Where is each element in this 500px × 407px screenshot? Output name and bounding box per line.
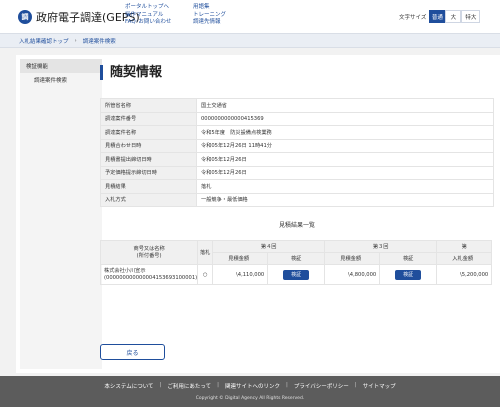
info-row: 見積合わせ日時 令和05年12月26日 11時41分 — [100, 138, 494, 153]
round-4-amount: \4,110,000 — [212, 264, 269, 285]
bidder-name-cell: 株式会社小川宣示 (000000000000004153693100001) — [99, 264, 199, 285]
site-footer: 本システムについて | ご利用にあたって | 関連サイトへのリンク | プライバ… — [0, 376, 500, 407]
manual-link[interactable]: 操作マニュアル — [125, 12, 171, 20]
training-link[interactable]: トレーニング — [193, 12, 226, 20]
col-header-bid-amount: 入札金額 — [436, 252, 493, 265]
glossary-link[interactable]: 用語集 — [193, 4, 226, 12]
round-4-verify-button[interactable]: 検証 — [283, 269, 310, 280]
col-header-round-3: 第３回 — [324, 240, 438, 253]
info-value: 令和05年12月26日 — [196, 152, 494, 167]
font-size-switcher: 文字サイズ 普通 大 特大 — [399, 10, 481, 23]
info-row: 予定価格提示締切日時 令和05年12月26日 — [100, 165, 494, 180]
faq-link[interactable]: FAQ･お問い合わせ — [125, 19, 171, 27]
info-label: 調達案件名称 — [100, 125, 197, 140]
info-value: 落札 — [196, 179, 494, 194]
info-row: 調達案件番号 0000000000000415369 — [100, 111, 494, 126]
info-label: 見積結果 — [100, 179, 197, 194]
info-row: 所管省名称 国土交通省 — [100, 98, 494, 113]
breadcrumb-case-search[interactable]: 調達案件検索 — [83, 37, 116, 45]
header-links-primary: ポータルトップへ 操作マニュアル FAQ･お問い合わせ — [125, 4, 171, 27]
breadcrumb-separator: › — [74, 37, 77, 44]
font-size-xlarge-button[interactable]: 特大 — [461, 10, 481, 23]
procurement-info-link[interactable]: 調達先情報 — [193, 19, 226, 27]
info-row: 見積結果 落札 — [100, 179, 494, 194]
info-label: 調達案件番号 — [100, 111, 197, 126]
copyright: Copyright © Digital Agency All Rights Re… — [195, 396, 305, 401]
info-value: 一般競争・最低価格 — [196, 192, 494, 207]
col-header-amount: 見積金額 — [212, 252, 269, 265]
footer-link-privacy[interactable]: プライバシーポリシー — [294, 382, 349, 390]
sidebar-item-case-search[interactable]: 調達案件検索 — [20, 73, 102, 87]
table-row: 株式会社小川宣示 (000000000000004153693100001) ○… — [99, 264, 493, 285]
info-label: 入札方式 — [100, 192, 197, 207]
font-size-large-button[interactable]: 大 — [445, 10, 462, 23]
footer-separator: | — [217, 382, 219, 388]
info-label: 見積書提出締切日時 — [100, 152, 197, 167]
back-button[interactable]: 戻る — [100, 344, 165, 360]
sidebar: 検証機能 調達案件検索 — [20, 59, 102, 369]
footer-separator: | — [286, 382, 288, 388]
col-header-amount: 見積金額 — [324, 252, 381, 265]
round-3-amount: \4,800,000 — [324, 264, 381, 285]
col-header-round-4: 第４回 — [212, 240, 326, 253]
round-3-ref-cell: 検証 — [379, 264, 438, 285]
footer-separator: | — [159, 382, 162, 388]
breadcrumb-results-top[interactable]: 入札結果確認トップ — [19, 37, 69, 45]
info-label: 見積合わせ日時 — [100, 138, 197, 153]
info-row: 調達案件名称 令和5年度 防災設備点検業務 — [100, 125, 494, 140]
info-row: 見積書提出締切日時 令和05年12月26日 — [100, 152, 494, 167]
main-content: 検証機能 調達案件検索 随契情報 所管省名称 国土交通省 調達案件番号 000000… — [16, 55, 500, 373]
breadcrumb: 入札結果確認トップ › 調達案件検索 — [0, 33, 500, 48]
portal-top-link[interactable]: ポータルトップへ — [125, 4, 171, 12]
font-size-normal-button[interactable]: 普通 — [429, 10, 446, 23]
round-3-verify-button[interactable]: 検証 — [395, 269, 422, 280]
footer-link-about[interactable]: 本システムについて — [104, 382, 153, 390]
contract-info-table: 所管省名称 国土交通省 調達案件番号 0000000000000415369 調達案… — [100, 98, 494, 207]
info-value: 令和05年12月26日 — [196, 165, 494, 180]
font-size-label: 文字サイズ — [399, 14, 427, 21]
col-header-ref: 検証 — [379, 252, 438, 265]
footer-link-usage[interactable]: ご利用にあたって — [167, 382, 211, 390]
page-title: 随契情報 — [100, 65, 162, 80]
estimate-results-table: 商号又は名称 (所付番号) 落札 第４回 第３回 第 見積金額 検証 見積金額 … — [99, 240, 493, 285]
info-value: 令和5年度 防災設備点検業務 — [196, 125, 494, 140]
footer-separator: | — [354, 382, 357, 388]
geps-logo-icon: 調 — [18, 10, 32, 24]
info-label: 予定価格提示締切日時 — [100, 165, 197, 180]
col-header-name: 商号又は名称 (所付番号) — [99, 240, 199, 265]
site-logo[interactable]: 調 政府電子調達(GEPS) — [18, 9, 140, 25]
site-header: 調 政府電子調達(GEPS) ポータルトップへ 操作マニュアル FAQ･お問い合… — [0, 0, 500, 33]
col-header-rakusatsu: 落札 — [197, 240, 214, 265]
header-links-secondary: 用語集 トレーニング 調達先情報 — [193, 4, 226, 27]
col-header-round-2: 第 — [436, 240, 493, 253]
results-title: 見積結果一覧 — [278, 222, 315, 229]
info-value: 令和05年12月26日 11時41分 — [196, 138, 494, 153]
info-row: 入札方式 一般競争・最低価格 — [100, 192, 494, 207]
footer-link-sitemap[interactable]: サイトマップ — [363, 382, 396, 390]
col-header-ref: 検証 — [267, 252, 326, 265]
round-2-amount: \5,200,000 — [436, 264, 493, 285]
footer-link-related-sites[interactable]: 関連サイトへのリンク — [225, 382, 280, 390]
info-value: 国土交通省 — [196, 98, 494, 113]
sidebar-heading: 検証機能 — [20, 59, 102, 73]
round-4-ref-cell: 検証 — [267, 264, 326, 285]
rakusatsu-mark: ○ — [197, 264, 214, 285]
info-label: 所管省名称 — [100, 98, 197, 113]
bidder-code: (000000000000004153693100001) — [104, 274, 198, 281]
footer-links: 本システムについて | ご利用にあたって | 関連サイトへのリンク | プライバ… — [0, 382, 500, 390]
info-value: 0000000000000415369 — [196, 111, 494, 126]
